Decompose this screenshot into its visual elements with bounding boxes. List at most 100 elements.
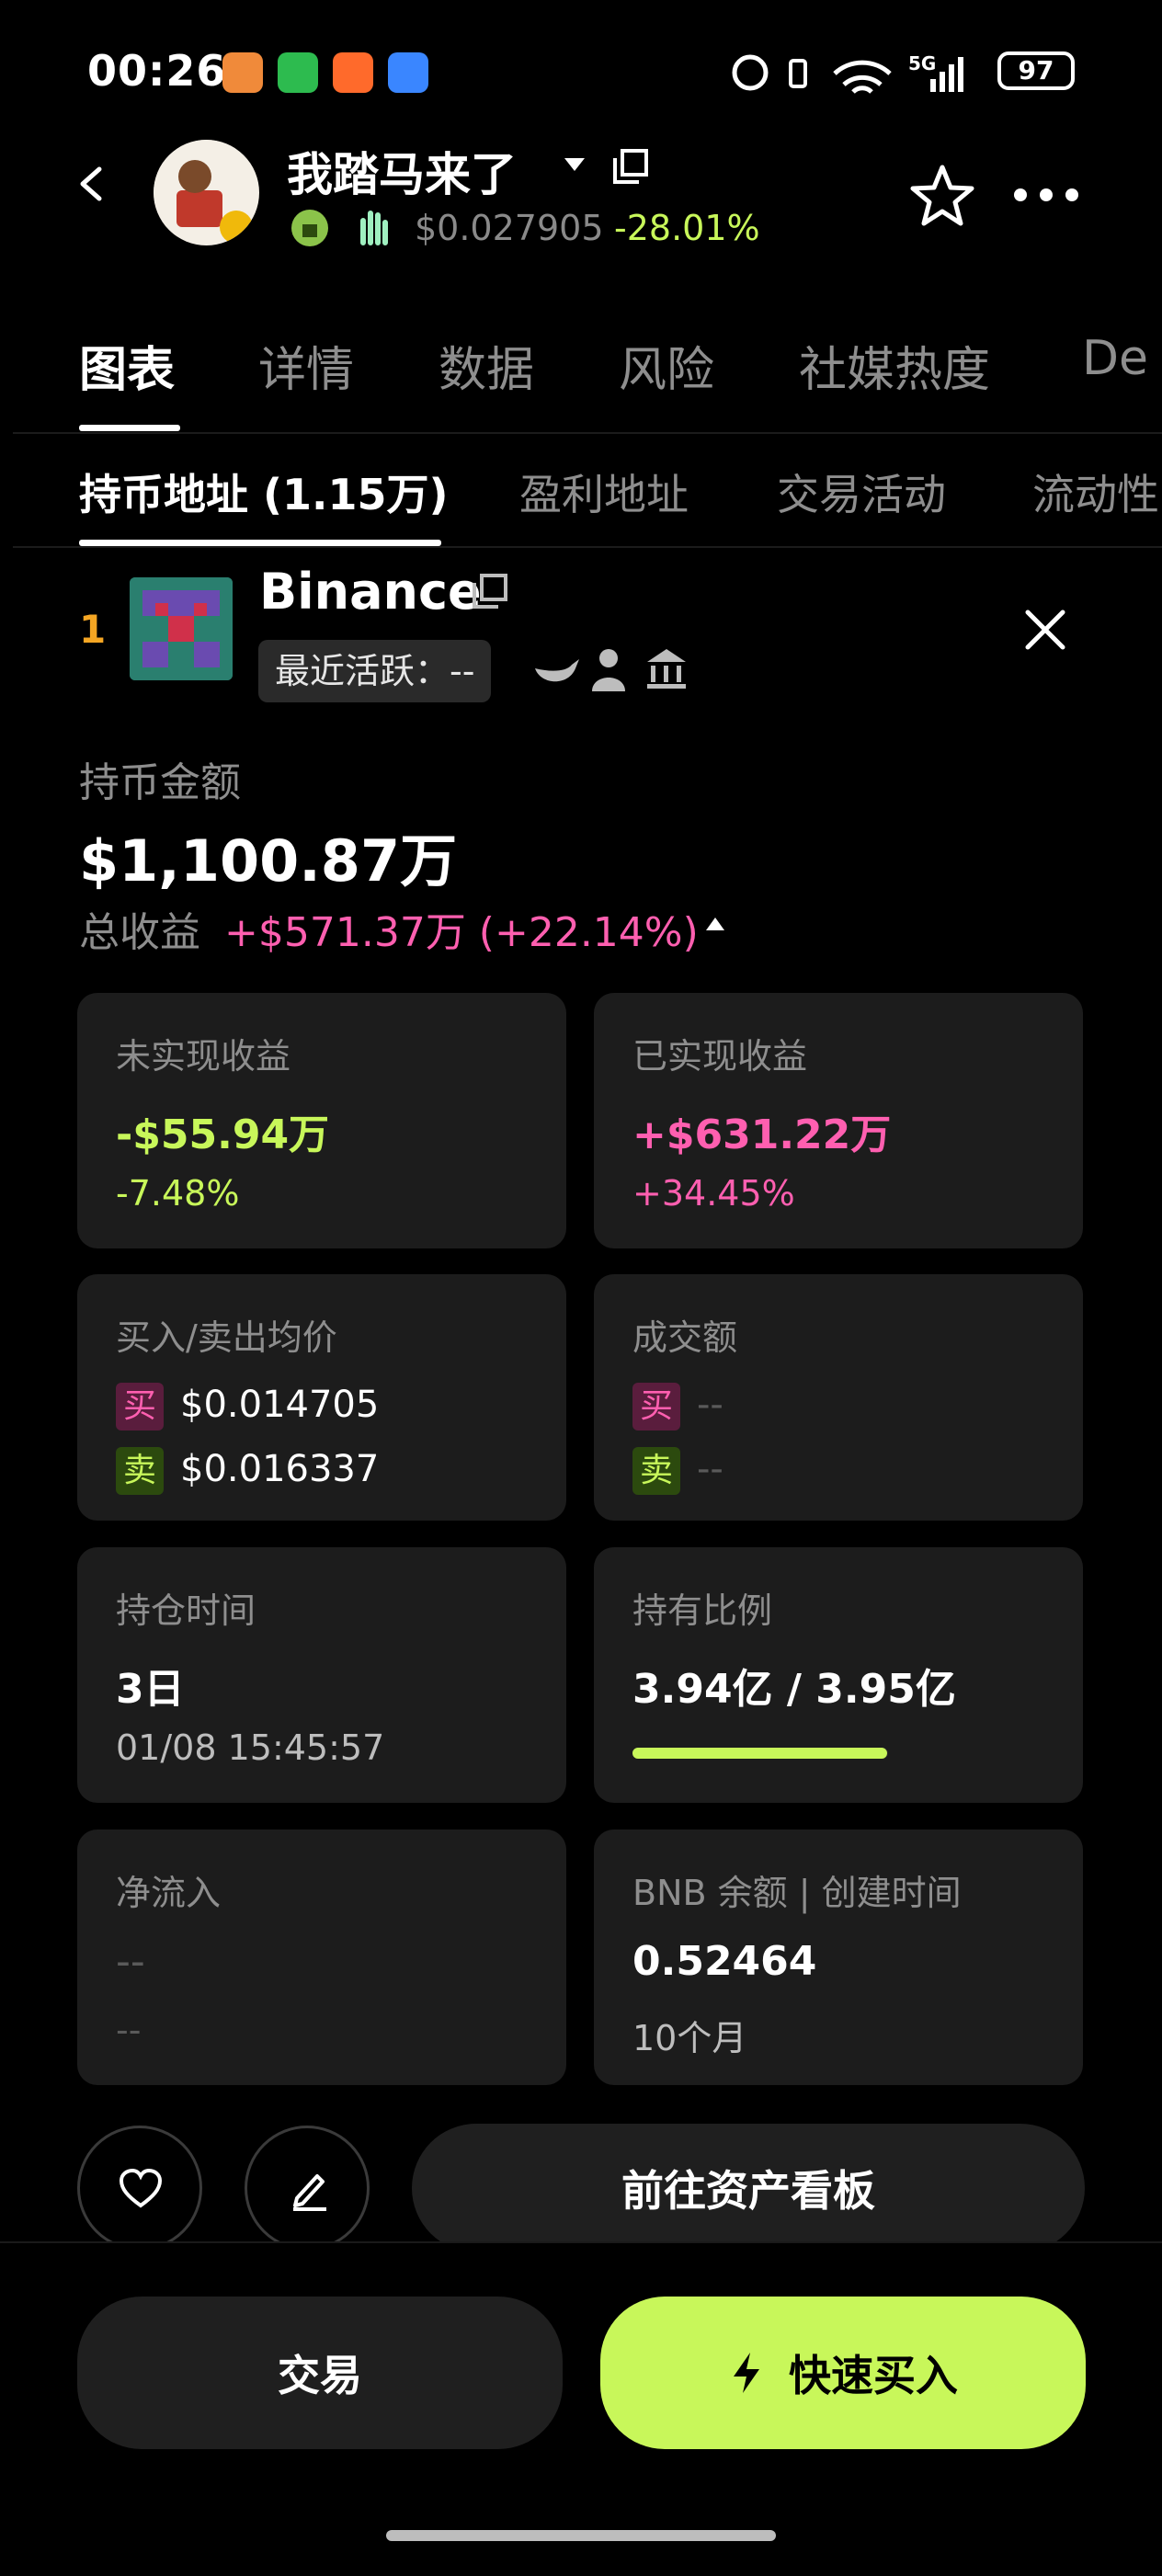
token-price: $0.027905 [415, 208, 604, 248]
hold-ratio-bar-track [632, 1748, 888, 1759]
activity-value: -- [450, 651, 475, 691]
net-inflow-value: -- [116, 1938, 145, 1985]
card-title: 成交额 [632, 1317, 738, 1358]
avg-buy-row: 买 $0.014705 [116, 1383, 379, 1430]
tab-data[interactable]: 数据 [439, 331, 534, 400]
copy-address-icon[interactable] [471, 572, 511, 612]
holding-value: $1,100.87万 [79, 827, 458, 895]
like-badge-icon [291, 210, 328, 246]
whale-icon [535, 659, 579, 682]
tab-indicator [79, 425, 180, 431]
quick-buy-button[interactable]: 快速买入 [600, 2297, 1086, 2449]
divider [13, 546, 1162, 548]
bnb-balance: 0.52464 [632, 1938, 817, 1985]
hold-time-sub: 01/08 15:45:57 [116, 1727, 385, 1768]
buy-tag: 买 [632, 1383, 680, 1430]
bnb-card: BNB 余额 | 创建时间 0.52464 10个月 [594, 1829, 1083, 2085]
created-time: 10个月 [632, 2018, 747, 2058]
unrealized-card: 未实现收益 -$55.94万 -7.48% [77, 993, 566, 1248]
close-icon[interactable] [1022, 607, 1068, 653]
status-time: 00:26 [87, 46, 227, 96]
holder-avatar [130, 577, 233, 680]
buy-tag: 买 [116, 1383, 164, 1430]
tab-details[interactable]: 详情 [258, 331, 354, 400]
favorite-button[interactable] [77, 2126, 202, 2251]
home-indicator[interactable] [386, 2530, 776, 2541]
trade-label: 交易 [278, 2351, 362, 2400]
avg-buy-value: $0.014705 [180, 1384, 380, 1426]
sell-tag: 卖 [116, 1447, 164, 1495]
unrealized-value: -$55.94万 [116, 1111, 330, 1158]
unrealized-pct: -7.48% [116, 1173, 240, 1214]
star-icon[interactable] [910, 164, 974, 226]
holding-label: 持币金额 [79, 759, 241, 806]
hold-ratio-bar-fill [632, 1748, 888, 1759]
subtab-profit-addresses[interactable]: 盈利地址 [519, 462, 689, 522]
edit-button[interactable] [245, 2126, 370, 2251]
pencil-icon [293, 2174, 326, 2211]
hold-ratio-value: 3.94亿 / 3.95亿 [632, 1666, 956, 1713]
kuaishou-icon [333, 52, 373, 93]
quick-buy-label: 快速买入 [789, 2351, 958, 2400]
tab-risk[interactable]: 风险 [619, 331, 714, 400]
token-avatar [154, 140, 259, 245]
status-icons: 5G [732, 52, 963, 94]
more-icon[interactable] [1011, 184, 1081, 206]
subtab-indicator [79, 540, 441, 546]
realized-value: +$631.22万 [632, 1111, 892, 1158]
price-change: -28.01% [614, 208, 760, 248]
net-inflow-sub: -- [116, 2010, 142, 2050]
divider [13, 432, 1162, 434]
card-title: 持有比例 [632, 1590, 773, 1631]
realized-card: 已实现收益 +$631.22万 +34.45% [594, 993, 1083, 1248]
volume-card: 成交额 买 -- 卖 -- [594, 1274, 1083, 1521]
tab-defi[interactable]: De [1082, 331, 1148, 386]
tab-chart[interactable]: 图表 [79, 331, 175, 400]
holder-rank: 1 [79, 607, 107, 652]
institution-icon [647, 649, 686, 689]
card-title: 买入/卖出均价 [116, 1317, 337, 1358]
avg-sell-value: $0.016337 [180, 1448, 380, 1490]
card-title: BNB 余额 | 创建时间 [632, 1873, 962, 1913]
heart-icon [119, 2169, 163, 2208]
trade-button[interactable]: 交易 [77, 2297, 563, 2449]
copy-icon[interactable] [611, 147, 652, 188]
lightning-icon [734, 2353, 759, 2393]
holder-name: Binance [259, 563, 482, 621]
volume-buy-row: 买 -- [632, 1383, 723, 1430]
volume-buy-value: -- [697, 1384, 723, 1426]
hold-time-value: 3日 [116, 1666, 185, 1713]
hold-time-card: 持仓时间 3日 01/08 15:45:57 [77, 1547, 566, 1803]
activity-label: 最近活跃： [275, 651, 450, 691]
asset-dashboard-label: 前往资产看板 [621, 2166, 875, 2216]
subtab-liquidity[interactable]: 流动性 [1032, 462, 1159, 522]
avg-price-card: 买入/卖出均价 买 $0.014705 卖 $0.016337 [77, 1274, 566, 1521]
profit-value: +$571.37万 (+22.14%) [224, 909, 699, 956]
back-icon[interactable] [74, 165, 110, 202]
hold-ratio-card: 持有比例 3.94亿 / 3.95亿 [594, 1547, 1083, 1803]
volume-sell-value: -- [697, 1448, 723, 1490]
sell-tag: 卖 [632, 1447, 680, 1495]
message-icon [388, 52, 428, 93]
expand-icon[interactable] [704, 916, 726, 932]
battery-indicator: 97 [997, 51, 1075, 90]
net-inflow-card: 净流入 -- -- [77, 1829, 566, 2085]
subtab-trade-activity[interactable]: 交易活动 [777, 462, 946, 522]
svg-text:5G: 5G [908, 52, 936, 74]
wechat-icon [278, 52, 318, 93]
volume-sell-row: 卖 -- [632, 1447, 723, 1495]
dropdown-icon[interactable] [561, 154, 588, 177]
subtab-holders[interactable]: 持币地址 (1.15万) [79, 462, 449, 522]
app-notification-icon [222, 52, 263, 93]
profit-label: 总收益 [79, 909, 200, 956]
avg-sell-row: 卖 $0.016337 [116, 1447, 379, 1495]
token-name: 我踏马来了 [287, 148, 517, 201]
person-icon [592, 649, 625, 691]
card-title: 未实现收益 [116, 1036, 291, 1077]
asset-dashboard-button[interactable]: 前往资产看板 [412, 2124, 1085, 2252]
card-title: 持仓时间 [116, 1590, 256, 1631]
card-title: 已实现收益 [632, 1036, 808, 1077]
activity-chip: 最近活跃：-- [258, 640, 492, 702]
tab-social[interactable]: 社媒热度 [799, 331, 990, 400]
hand-icon [360, 211, 388, 245]
